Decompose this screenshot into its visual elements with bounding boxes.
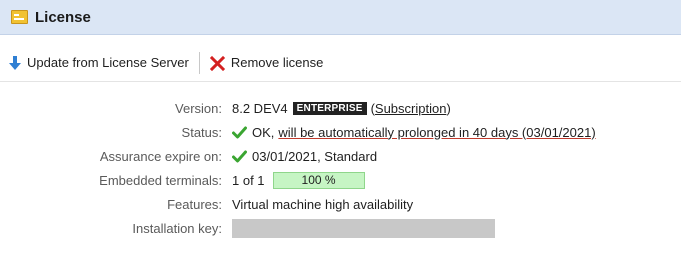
terminals-label: Embedded terminals: [99, 172, 222, 188]
progress-text: 100 % [301, 173, 336, 187]
toolbar-separator [198, 51, 200, 74]
check-icon [232, 126, 247, 138]
installation-key-redacted [232, 218, 495, 238]
toolbar: Update from License Server Remove licens… [0, 44, 681, 82]
version-label: Version: [175, 100, 222, 116]
terminals-count: 1 of 1 [232, 172, 265, 188]
prolong-notice: will be automatically prolonged in 40 da… [278, 124, 596, 140]
check-icon [232, 150, 247, 162]
close-paren: ) [446, 100, 451, 116]
download-arrow-icon [9, 55, 21, 70]
assurance-row: Assurance expire on: 03/01/2021, Standar… [0, 144, 681, 168]
assurance-value: 03/01/2021, Standard [232, 149, 377, 164]
version-number: 8.2 DEV4 [232, 100, 288, 116]
installation-key-row: Installation key: [0, 216, 681, 240]
remove-button-label: Remove license [230, 55, 324, 70]
assurance-label: Assurance expire on: [99, 148, 222, 164]
license-details: Version: 8.2 DEV4 ENTERPRISE (Subscripti… [0, 96, 681, 240]
features-row: Features: Virtual machine high availabil… [0, 192, 681, 216]
status-label: Status: [181, 124, 222, 140]
assurance-date: 03/01/2021, Standard [252, 148, 378, 164]
update-from-license-server-button[interactable]: Update from License Server [8, 55, 189, 71]
remove-license-button[interactable]: Remove license [209, 55, 324, 71]
license-header: License [0, 0, 681, 35]
installation-key-value [232, 218, 495, 238]
update-button-label: Update from License Server [27, 55, 189, 70]
license-icon [11, 10, 28, 24]
subscription-link[interactable]: Subscription [375, 101, 447, 116]
terminals-row: Embedded terminals: 1 of 1 100 % [0, 168, 681, 192]
terminals-progress-bar: 100 % [272, 171, 365, 189]
status-ok: OK, [252, 124, 275, 140]
status-row: Status: OK, will be automatically prolon… [0, 120, 681, 144]
remove-x-icon [209, 55, 225, 71]
installation-key-label: Installation key: [132, 220, 222, 236]
page-title: License [35, 8, 91, 26]
features-label: Features: [167, 196, 222, 212]
version-row: Version: 8.2 DEV4 ENTERPRISE (Subscripti… [0, 96, 681, 120]
terminals-value: 1 of 1 100 % [232, 171, 365, 189]
edition-badge: ENTERPRISE [292, 101, 367, 115]
features-value: Virtual machine high availability [232, 196, 414, 212]
status-value: OK, will be automatically prolonged in 4… [232, 125, 596, 140]
version-value: 8.2 DEV4 ENTERPRISE (Subscription) [232, 101, 451, 116]
